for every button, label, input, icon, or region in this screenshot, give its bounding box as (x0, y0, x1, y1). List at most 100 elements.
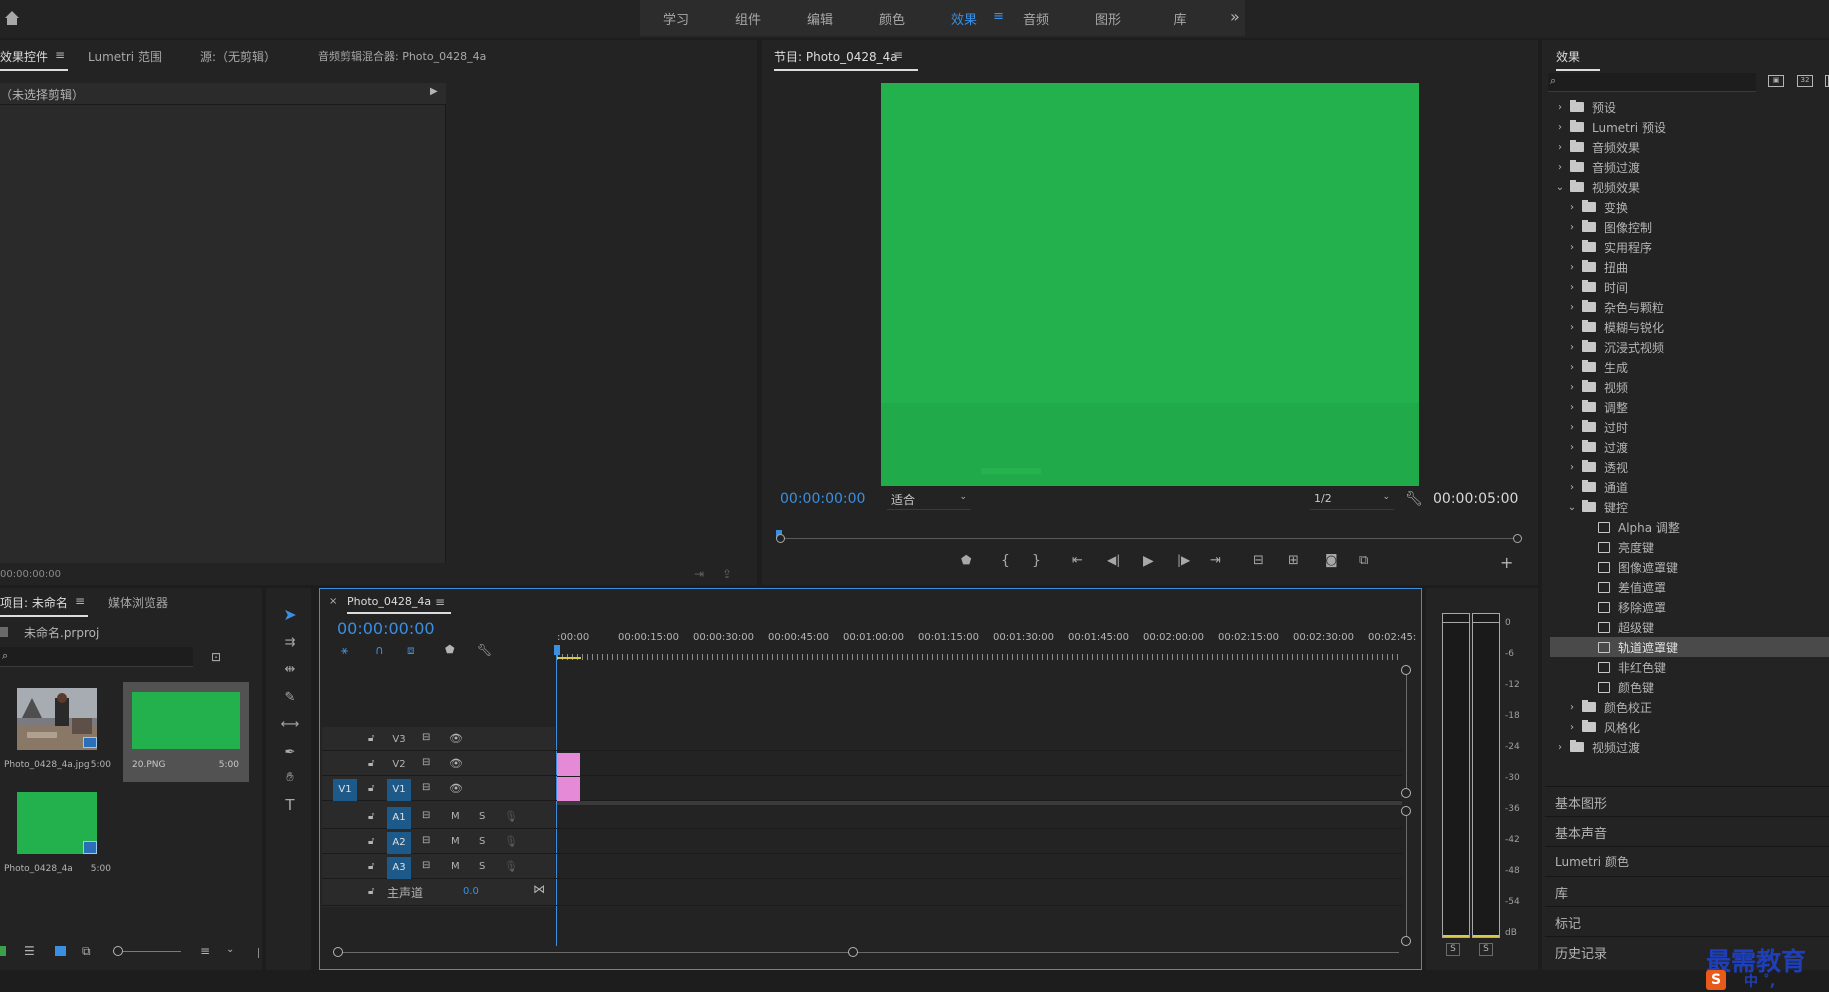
panel-section-header[interactable]: 历史记录 (1555, 943, 1607, 962)
timeline-timecode[interactable]: 00:00:00:00 (337, 619, 435, 638)
lock-icon[interactable] (0, 946, 6, 956)
icon-view-icon[interactable] (55, 946, 66, 956)
export-frame-camera-icon[interactable]: ◙ (1325, 553, 1338, 568)
eye-icon[interactable]: 👁︎ (449, 782, 463, 795)
effect-item[interactable]: 移除遮罩 (1550, 597, 1829, 617)
chevron-down-icon[interactable]: ⌄ (1554, 182, 1566, 193)
effect-folder[interactable]: › 生成 (1550, 357, 1829, 377)
effect-folder[interactable]: › 通道 (1550, 477, 1829, 497)
chevron-right-icon[interactable]: › (1566, 302, 1578, 313)
sync-lock-icon[interactable]: ⊟ (422, 757, 430, 768)
track-label-v3[interactable]: V3 (387, 729, 411, 751)
effect-folder[interactable]: › 模糊与锐化 (1550, 317, 1829, 337)
vertical-scrollbar-audio[interactable] (1401, 806, 1413, 946)
effect-folder[interactable]: › 沉浸式视频 (1550, 337, 1829, 357)
linked-selection-icon[interactable]: ⧈ (407, 643, 415, 658)
track-label-v1[interactable]: V1 (387, 779, 411, 801)
add-marker-icon[interactable]: ⬟ (961, 553, 971, 567)
32bit-effects-icon[interactable]: 32 (1797, 75, 1813, 87)
add-button-icon[interactable]: + (1500, 553, 1513, 572)
effect-folder[interactable]: › 颜色校正 (1550, 697, 1829, 717)
lift-icon[interactable]: ⊟ (1253, 553, 1264, 568)
panel-menu-icon[interactable]: ≡ (55, 48, 65, 62)
chevron-right-icon[interactable]: › (1566, 442, 1578, 453)
new-bin-icon[interactable]: ⊡ (211, 650, 221, 664)
effect-item[interactable]: 差值遮罩 (1550, 577, 1829, 597)
sync-lock-icon[interactable]: ⊟ (422, 810, 430, 821)
expand-arrow-icon[interactable]: ▶ (430, 86, 438, 97)
solo-button[interactable]: S (479, 811, 485, 822)
panel-section-header[interactable]: 基本图形 (1555, 793, 1607, 812)
hand-tool-icon[interactable]: ✋︎ (280, 768, 300, 788)
source-patch-v1[interactable]: V1 (333, 779, 357, 801)
chevron-right-icon[interactable]: › (1566, 382, 1578, 393)
eye-icon[interactable]: 👁︎ (449, 757, 463, 770)
effect-folder[interactable]: ⌄ 键控 (1550, 497, 1829, 517)
solo-button[interactable]: S (479, 861, 485, 872)
panel-section-header[interactable]: Lumetri 颜色 (1555, 853, 1629, 870)
effect-folder[interactable]: › 视频过渡 (1550, 737, 1829, 757)
solo-left-button[interactable]: S (1446, 943, 1460, 956)
workspace-tab[interactable]: 颜色 (856, 9, 928, 28)
program-current-timecode[interactable]: 00:00:00:00 (780, 491, 865, 507)
workspace-tab[interactable]: 组件 (712, 9, 784, 28)
chevron-right-icon[interactable]: › (1566, 262, 1578, 273)
wrench-icon[interactable]: 🔧︎ (1405, 491, 1423, 507)
home-icon[interactable] (4, 10, 20, 26)
project-menu-icon[interactable]: ≡ (75, 594, 85, 608)
zoom-slider[interactable] (113, 951, 181, 952)
vertical-scrollbar-video[interactable] (1401, 665, 1413, 798)
yuv-effects-icon[interactable] (1825, 75, 1829, 87)
tab-project[interactable]: 项目: 未命名 (0, 594, 88, 617)
comparison-view-icon[interactable]: ⧉ (1359, 553, 1368, 568)
close-sequence-icon[interactable]: × (329, 596, 337, 607)
lock-icon[interactable]: 🔓︎ (368, 836, 374, 847)
export-frame-icon[interactable]: ⇥ (694, 567, 704, 581)
mute-button[interactable]: M (451, 861, 460, 872)
effect-folder[interactable]: › 图像控制 (1550, 217, 1829, 237)
tab-effect-controls[interactable]: 效果控件 (0, 48, 69, 71)
panel-section-header[interactable]: 库 (1555, 883, 1568, 902)
effect-folder[interactable]: › 实用程序 (1550, 237, 1829, 257)
effect-folder[interactable]: › 音频过渡 (1550, 157, 1829, 177)
lock-icon[interactable]: 🔓︎ (368, 811, 374, 822)
workspace-tab[interactable]: 音频 (1000, 9, 1072, 28)
effect-folder[interactable]: › 音频效果 (1550, 137, 1829, 157)
effect-item[interactable]: 非红色键 (1550, 657, 1829, 677)
more-workspaces-button[interactable]: » (1230, 7, 1240, 26)
effect-folder[interactable]: › 时间 (1550, 277, 1829, 297)
solo-right-button[interactable]: S (1479, 943, 1493, 956)
chevron-right-icon[interactable]: › (1554, 142, 1566, 153)
master-volume-value[interactable]: 0.0 (463, 886, 479, 897)
tab-lumetri-scopes[interactable]: Lumetri 范围 (88, 48, 162, 65)
pen-tool-icon[interactable]: ✒ (280, 743, 300, 763)
chevron-right-icon[interactable]: › (1566, 242, 1578, 253)
chevron-right-icon[interactable]: › (1554, 742, 1566, 753)
lock-icon[interactable]: 🔓︎ (368, 733, 374, 744)
effects-panel-title[interactable]: 效果 (1556, 48, 1601, 71)
mic-icon[interactable]: 🎙︎ (504, 860, 518, 873)
program-scrubber[interactable] (776, 530, 1522, 544)
chevron-right-icon[interactable]: › (1566, 322, 1578, 333)
panel-section-header[interactable]: 基本声音 (1555, 823, 1607, 842)
chevron-right-icon[interactable]: › (1566, 342, 1578, 353)
chevron-right-icon[interactable]: › (1566, 402, 1578, 413)
chevron-right-icon[interactable]: › (1554, 162, 1566, 173)
effect-folder[interactable]: › Lumetri 预设 (1550, 117, 1829, 137)
effect-folder[interactable]: › 视频 (1550, 377, 1829, 397)
effect-folder[interactable]: › 过渡 (1550, 437, 1829, 457)
effect-folder[interactable]: › 透视 (1550, 457, 1829, 477)
effect-folder[interactable]: › 杂色与颗粒 (1550, 297, 1829, 317)
tab-audio-clip-mixer[interactable]: 音频剪辑混合器: Photo_0428_4a (318, 48, 486, 64)
chevron-right-icon[interactable]: › (1566, 202, 1578, 213)
workspace-tab[interactable]: 学习 (640, 9, 712, 28)
effect-item[interactable]: 轨道遮罩键 (1550, 637, 1829, 657)
track-label-a2[interactable]: A2 (387, 832, 411, 854)
sync-lock-icon[interactable]: ⊟ (422, 732, 430, 743)
sequence-menu-icon[interactable]: ≡ (435, 595, 445, 609)
sort-icon[interactable]: ≡ (200, 944, 210, 958)
chevron-right-icon[interactable]: › (1554, 102, 1566, 113)
track-label-a3[interactable]: A3 (387, 857, 411, 879)
lock-icon[interactable]: 🔓︎ (368, 758, 374, 769)
mark-in-icon[interactable]: { (1001, 553, 1010, 569)
